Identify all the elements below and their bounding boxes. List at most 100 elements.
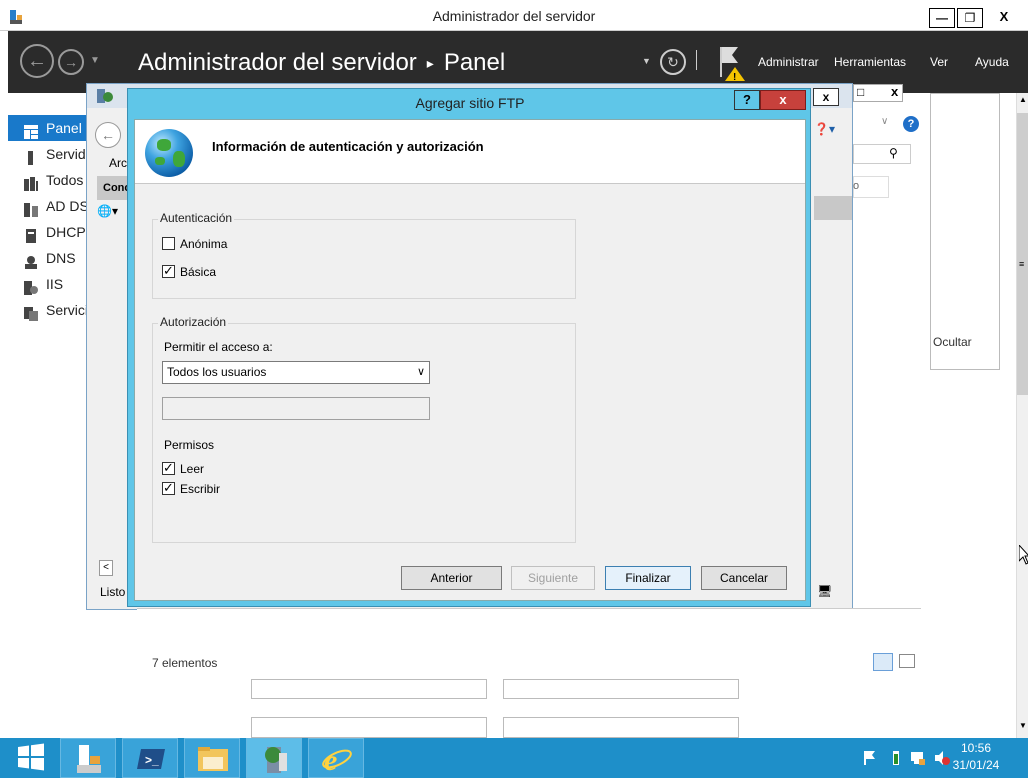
scroll-up-icon[interactable]: ▲ — [1019, 95, 1027, 104]
left-navigation: Panel Servid Todos AD DS DHCP DNS IIS Se… — [8, 93, 88, 738]
read-label[interactable]: Leer — [180, 462, 204, 476]
finish-button[interactable]: Finalizar — [605, 566, 691, 590]
nav-item-iis[interactable]: IIS — [8, 271, 88, 297]
anonymous-checkbox[interactable] — [162, 237, 175, 250]
nav-item-label: DHCP — [46, 224, 86, 240]
basic-checkbox[interactable] — [162, 263, 175, 279]
nav-item-file-services[interactable]: Servici — [8, 297, 88, 323]
read-checkbox[interactable] — [162, 460, 175, 476]
refresh-icon[interactable]: ↻ — [660, 49, 686, 75]
scroll-down-icon[interactable]: ▼ — [1019, 721, 1027, 730]
file-services-icon — [24, 303, 38, 321]
scroll-thumb[interactable] — [1017, 113, 1028, 395]
access-select-value: Todos los usuarios — [167, 365, 267, 379]
tiles-view-icon[interactable] — [899, 654, 915, 668]
next-button[interactable]: Siguiente — [511, 566, 595, 590]
dialog-title: Agregar sitio FTP — [415, 95, 525, 111]
users-roles-input — [162, 397, 430, 420]
taskbar-powershell[interactable]: >_ — [122, 738, 178, 778]
explorer-expand-icon[interactable]: ∨ — [881, 116, 888, 127]
taskbar-server-manager[interactable] — [60, 738, 116, 778]
search-icon[interactable]: ⚲ — [889, 146, 898, 160]
nav-item-dhcp[interactable]: DHCP — [8, 219, 88, 245]
breadcrumb-dropdown-icon[interactable]: ▼ — [642, 56, 651, 66]
nav-item-local-server[interactable]: Servid — [8, 141, 88, 167]
iis-back-icon[interactable]: ← — [95, 122, 121, 148]
explorer-help-icon[interactable]: ? — [903, 116, 919, 132]
taskbar-internet-explorer[interactable]: e — [308, 738, 364, 778]
close-button[interactable]: X — [985, 8, 1023, 28]
role-tile — [251, 679, 487, 699]
nav-item-ad-ds[interactable]: AD DS — [8, 193, 88, 219]
hide-link[interactable]: Ocultar — [933, 335, 972, 349]
clock-date[interactable]: 31/01/24 — [946, 758, 1006, 772]
vertical-scrollbar[interactable]: ▲ ≡ ▼ — [1016, 93, 1028, 738]
globe-icon — [145, 129, 193, 177]
connect-globe-icon[interactable]: 🌐▾ — [97, 204, 118, 218]
iis-icon — [24, 277, 38, 295]
action-center-flag-icon[interactable] — [862, 750, 878, 766]
notifications-flag-icon[interactable]: ! — [716, 45, 748, 84]
menu-ver[interactable]: Ver — [930, 55, 948, 69]
nav-item-label: DNS — [46, 250, 76, 266]
nav-item-all-servers[interactable]: Todos — [8, 167, 88, 193]
breadcrumb-page: Panel — [443, 49, 506, 76]
explorer-maximize-icon[interactable]: □ — [857, 85, 864, 99]
nav-item-label: Todos — [46, 172, 84, 188]
role-tile — [503, 717, 739, 738]
write-checkbox[interactable] — [162, 480, 175, 496]
details-view-icon[interactable] — [873, 653, 893, 671]
nav-item-dns[interactable]: DNS — [8, 245, 88, 271]
back-arrow-icon[interactable]: ← — [20, 44, 54, 78]
add-ftp-site-dialog: Agregar sitio FTP ? x Información de aut… — [127, 88, 811, 607]
basic-label[interactable]: Básica — [180, 265, 216, 279]
iis-menu-partial[interactable]: Arc — [109, 156, 127, 170]
write-label[interactable]: Escribir — [180, 482, 220, 496]
dhcp-icon — [24, 225, 38, 243]
explorer-close-button[interactable]: x — [891, 84, 898, 99]
history-dropdown-icon[interactable]: ▼ — [90, 55, 100, 66]
taskbar-file-explorer[interactable] — [184, 738, 240, 778]
iis-status-text: Listo — [100, 585, 126, 599]
anonymous-label[interactable]: Anónima — [180, 237, 227, 251]
nav-item-label: Servici — [46, 302, 88, 318]
nav-item-panel[interactable]: Panel — [8, 115, 88, 141]
tree-scroll-left-icon[interactable]: < — [99, 560, 113, 576]
breadcrumb-root[interactable]: Administrador del servidor — [138, 49, 417, 76]
authentication-group — [152, 219, 576, 299]
item-count: 7 elementos — [152, 656, 218, 670]
mouse-cursor-icon — [1018, 543, 1028, 568]
server-icon — [24, 147, 38, 165]
ad-ds-icon — [24, 199, 38, 217]
explorer-search-box[interactable] — [853, 144, 911, 164]
windows-start-icon[interactable] — [16, 742, 46, 772]
nav-item-label: Servid — [46, 146, 86, 162]
menu-administrar[interactable]: Administrar — [758, 55, 819, 69]
dialog-body: Información de autenticación y autorizac… — [134, 119, 806, 601]
nav-item-label: IIS — [46, 276, 64, 292]
window-titlebar[interactable]: Administrador del servidor — ❐ X — [0, 0, 1028, 31]
dns-icon — [24, 251, 38, 269]
dialog-help-button[interactable]: ? — [734, 90, 760, 110]
minimize-button[interactable]: — — [929, 8, 955, 28]
previous-button[interactable]: Anterior — [401, 566, 502, 590]
restore-button[interactable]: ❐ — [957, 8, 983, 28]
dialog-close-button[interactable]: x — [760, 90, 806, 110]
servers-icon — [24, 173, 38, 191]
taskbar-iis-manager[interactable] — [246, 738, 302, 778]
explorer-column-partial: o — [853, 180, 860, 192]
access-select[interactable]: Todos los usuarios ∨ — [162, 361, 430, 384]
access-label: Permitir el acceso a: — [164, 340, 273, 354]
clock-time[interactable]: 10:56 — [946, 741, 1006, 755]
network-icon[interactable] — [910, 750, 926, 766]
iis-app-icon — [97, 89, 113, 103]
permissions-label: Permisos — [164, 438, 215, 452]
cancel-button[interactable]: Cancelar — [701, 566, 787, 590]
menu-ayuda[interactable]: Ayuda — [975, 55, 1009, 69]
nav-item-label: AD DS — [46, 198, 88, 214]
power-icon[interactable] — [888, 750, 904, 766]
role-tile — [251, 717, 487, 738]
menu-herramientas[interactable]: Herramientas — [834, 55, 906, 69]
forward-arrow-icon[interactable]: → — [58, 49, 84, 75]
window-title: Administrador del servidor — [432, 8, 596, 24]
